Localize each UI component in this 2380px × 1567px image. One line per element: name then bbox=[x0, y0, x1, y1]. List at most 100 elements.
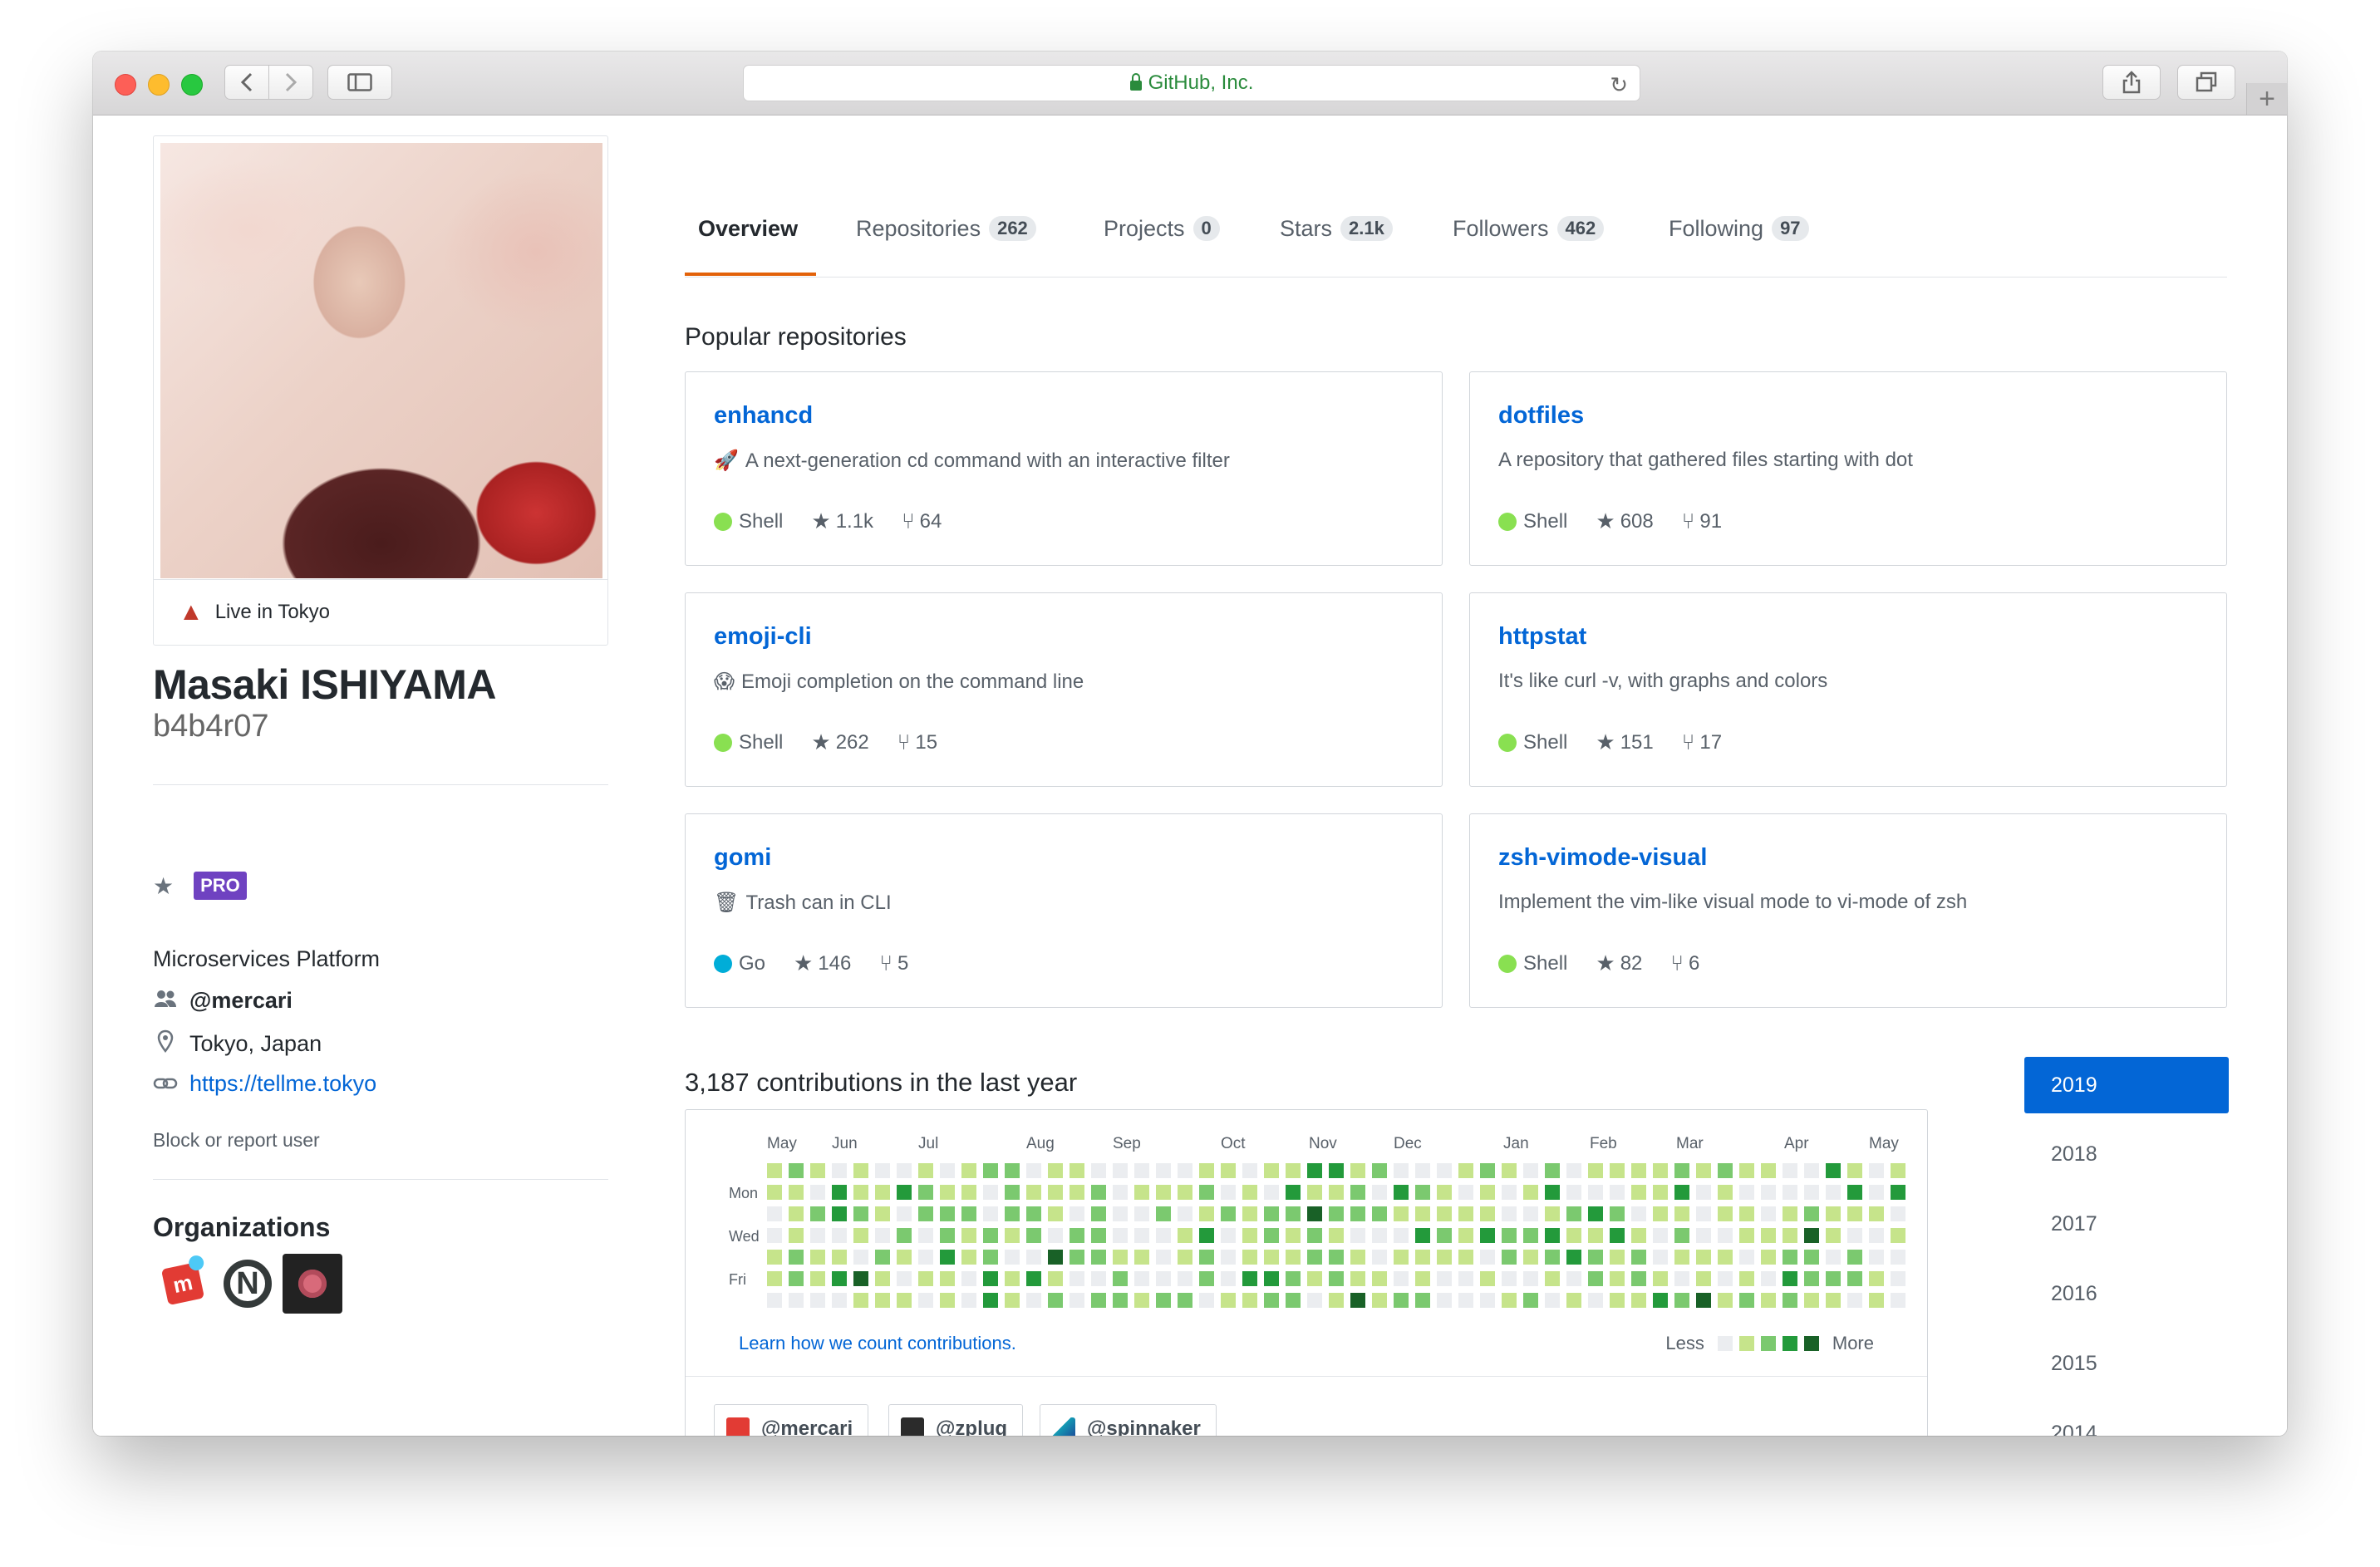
contribution-day[interactable] bbox=[1264, 1250, 1279, 1265]
contribution-day[interactable] bbox=[983, 1185, 998, 1200]
contribution-day[interactable] bbox=[1134, 1206, 1149, 1221]
contribution-day[interactable] bbox=[1502, 1250, 1517, 1265]
contribution-day[interactable] bbox=[875, 1228, 890, 1243]
contribution-day[interactable] bbox=[810, 1250, 825, 1265]
contribution-day[interactable] bbox=[1761, 1250, 1776, 1265]
year-2018-button[interactable]: 2018 bbox=[2024, 1126, 2229, 1182]
contribution-day[interactable] bbox=[1480, 1185, 1495, 1200]
contribution-day[interactable] bbox=[832, 1293, 847, 1308]
contribution-day[interactable] bbox=[1156, 1293, 1171, 1308]
contribution-day[interactable] bbox=[1178, 1163, 1192, 1178]
contribution-day[interactable] bbox=[1588, 1163, 1603, 1178]
contribution-day[interactable] bbox=[1610, 1293, 1625, 1308]
contribution-day[interactable] bbox=[961, 1250, 976, 1265]
contribution-day[interactable] bbox=[1761, 1228, 1776, 1243]
contribution-day[interactable] bbox=[897, 1163, 912, 1178]
contribution-day[interactable] bbox=[1458, 1163, 1473, 1178]
learn-contributions-link[interactable]: Learn how we count contributions. bbox=[739, 1333, 1016, 1354]
contribution-day[interactable] bbox=[1264, 1271, 1279, 1286]
contribution-day[interactable] bbox=[875, 1185, 890, 1200]
contribution-day[interactable] bbox=[918, 1250, 933, 1265]
contribution-day[interactable] bbox=[918, 1163, 933, 1178]
contribution-day[interactable] bbox=[1307, 1206, 1322, 1221]
contribution-day[interactable] bbox=[1674, 1163, 1689, 1178]
contribution-day[interactable] bbox=[1005, 1250, 1020, 1265]
contribution-day[interactable] bbox=[897, 1185, 912, 1200]
contribution-day[interactable] bbox=[1242, 1293, 1257, 1308]
org-filter-chip-spinnaker[interactable]: @spinnaker bbox=[1040, 1404, 1217, 1436]
contribution-day[interactable] bbox=[1739, 1185, 1754, 1200]
contribution-day[interactable] bbox=[1739, 1206, 1754, 1221]
contribution-day[interactable] bbox=[875, 1271, 890, 1286]
contribution-day[interactable] bbox=[767, 1185, 782, 1200]
contribution-day[interactable] bbox=[875, 1163, 890, 1178]
contribution-day[interactable] bbox=[1415, 1271, 1430, 1286]
contribution-day[interactable] bbox=[1026, 1228, 1041, 1243]
sidebar-toggle-button[interactable] bbox=[327, 65, 392, 100]
contribution-day[interactable] bbox=[1826, 1228, 1841, 1243]
contribution-day[interactable] bbox=[810, 1163, 825, 1178]
contribution-day[interactable] bbox=[1804, 1293, 1819, 1308]
contribution-day[interactable] bbox=[1070, 1185, 1084, 1200]
contribution-day[interactable] bbox=[1502, 1206, 1517, 1221]
contribution-day[interactable] bbox=[1178, 1250, 1192, 1265]
contribution-day[interactable] bbox=[1891, 1293, 1905, 1308]
tab-overview[interactable]: Overview bbox=[698, 212, 798, 245]
contribution-day[interactable] bbox=[1610, 1206, 1625, 1221]
contribution-day[interactable] bbox=[1005, 1293, 1020, 1308]
contribution-day[interactable] bbox=[1545, 1163, 1560, 1178]
contribution-day[interactable] bbox=[1631, 1163, 1646, 1178]
contribution-day[interactable] bbox=[1718, 1185, 1733, 1200]
contribution-day[interactable] bbox=[767, 1228, 782, 1243]
contribution-day[interactable] bbox=[1394, 1163, 1409, 1178]
contribution-day[interactable] bbox=[810, 1228, 825, 1243]
contribution-day[interactable] bbox=[1523, 1185, 1538, 1200]
contribution-day[interactable] bbox=[961, 1185, 976, 1200]
contribution-day[interactable] bbox=[1458, 1206, 1473, 1221]
contribution-day[interactable] bbox=[1026, 1206, 1041, 1221]
contribution-day[interactable] bbox=[1480, 1228, 1495, 1243]
contribution-day[interactable] bbox=[1178, 1206, 1192, 1221]
contribution-day[interactable] bbox=[853, 1293, 868, 1308]
contribution-day[interactable] bbox=[1739, 1293, 1754, 1308]
contribution-day[interactable] bbox=[1372, 1250, 1387, 1265]
contribution-day[interactable] bbox=[875, 1293, 890, 1308]
contribution-day[interactable] bbox=[918, 1271, 933, 1286]
contribution-day[interactable] bbox=[1070, 1163, 1084, 1178]
contribution-day[interactable] bbox=[918, 1293, 933, 1308]
contribution-day[interactable] bbox=[983, 1271, 998, 1286]
contribution-day[interactable] bbox=[1480, 1250, 1495, 1265]
contribution-day[interactable] bbox=[767, 1250, 782, 1265]
contribution-day[interactable] bbox=[897, 1293, 912, 1308]
contribution-day[interactable] bbox=[767, 1293, 782, 1308]
tab-stars[interactable]: Stars 2.1k bbox=[1280, 212, 1393, 245]
repo-name-link[interactable]: zsh-vimode-visual bbox=[1498, 844, 1707, 872]
contribution-day[interactable] bbox=[767, 1271, 782, 1286]
contribution-day[interactable] bbox=[918, 1206, 933, 1221]
repo-name-link[interactable]: enhancd bbox=[714, 402, 813, 430]
contribution-day[interactable] bbox=[1394, 1228, 1409, 1243]
contribution-day[interactable] bbox=[940, 1250, 955, 1265]
contribution-day[interactable] bbox=[1523, 1206, 1538, 1221]
contribution-day[interactable] bbox=[1005, 1228, 1020, 1243]
org-filter-chip-zplug[interactable]: @zplug bbox=[888, 1404, 1024, 1436]
contribution-day[interactable] bbox=[1696, 1228, 1711, 1243]
contribution-day[interactable] bbox=[1372, 1163, 1387, 1178]
contribution-day[interactable] bbox=[1891, 1250, 1905, 1265]
contribution-day[interactable] bbox=[1070, 1228, 1084, 1243]
contribution-day[interactable] bbox=[1091, 1228, 1106, 1243]
contribution-day[interactable] bbox=[1005, 1271, 1020, 1286]
pro-badge[interactable]: PRO bbox=[194, 872, 247, 900]
contribution-day[interactable] bbox=[1653, 1271, 1668, 1286]
contribution-day[interactable] bbox=[1566, 1293, 1581, 1308]
contribution-day[interactable] bbox=[1415, 1293, 1430, 1308]
contribution-day[interactable] bbox=[1458, 1228, 1473, 1243]
website-link[interactable]: https://tellme.tokyo bbox=[189, 1071, 376, 1097]
contribution-day[interactable] bbox=[1588, 1250, 1603, 1265]
contribution-day[interactable] bbox=[1221, 1206, 1236, 1221]
contribution-day[interactable] bbox=[961, 1293, 976, 1308]
contribution-day[interactable] bbox=[897, 1250, 912, 1265]
contribution-day[interactable] bbox=[1523, 1163, 1538, 1178]
contribution-day[interactable] bbox=[1307, 1228, 1322, 1243]
contribution-day[interactable] bbox=[1113, 1271, 1128, 1286]
